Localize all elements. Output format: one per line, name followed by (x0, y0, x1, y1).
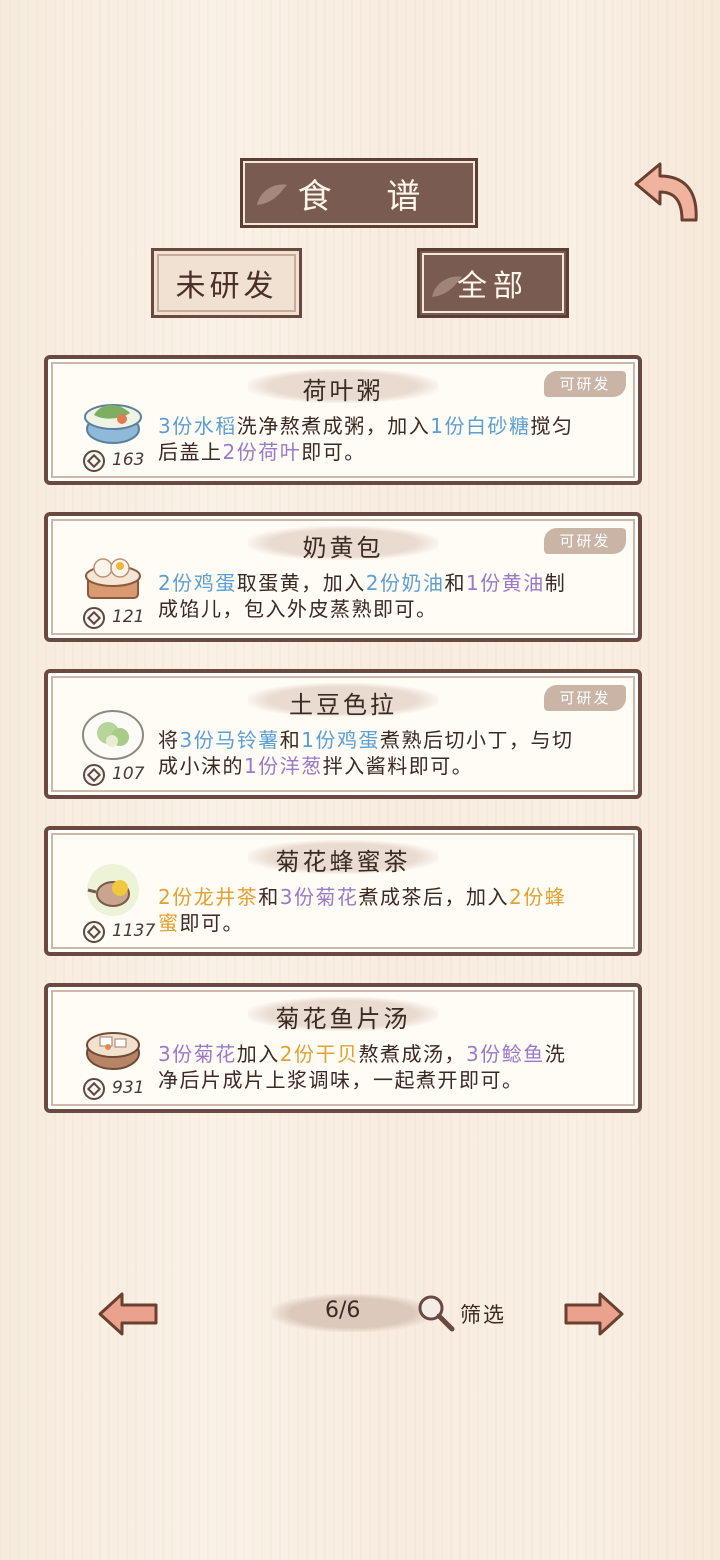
coin-icon (82, 606, 106, 630)
tab-undeveloped[interactable]: 未研发 (151, 248, 302, 318)
recipe-description-line: 净后片成片上浆调味，一起煮开即可。 (158, 1067, 628, 1093)
recipe-description-line: 2份龙井茶和3份菊花煮成茶后，加入2份蜂 (158, 884, 628, 910)
coin-icon (82, 763, 106, 787)
tab-all-label: 全部 (457, 269, 529, 304)
instruction-text: 洗 (544, 1042, 567, 1066)
recipe-card[interactable]: 土豆色拉 可研发 107 将3份马铃薯和1份鸡蛋煮熟后切小丁，与切 成小沫的1份洋葱拌入… (44, 669, 642, 799)
recipe-description-line: 3份水稻洗净熬煮成粥，加入1份白砂糖搅匀 (158, 413, 628, 439)
recipe-card[interactable]: 奶黄包 可研发 121 2份鸡蛋取蛋黄，加入2份奶油和1份黄油制 成馅儿，包入外皮蒸熟即… (44, 512, 642, 642)
filter-button-label[interactable]: 筛选 (460, 1299, 506, 1329)
custard-bun-icon (85, 558, 141, 599)
instruction-text: 即可。 (301, 440, 366, 464)
potato-salad-icon (82, 710, 144, 760)
recipe-name: 土豆色拉 (289, 691, 397, 719)
instruction-text: 将 (158, 728, 180, 752)
recipe-name: 菊花鱼片汤 (275, 1005, 411, 1033)
leaf-decoration-icon (257, 184, 287, 205)
recipe-price: 107 (112, 764, 145, 784)
ingredient-text: 3份鲶鱼 (465, 1042, 545, 1066)
next-page-arrow-icon[interactable] (562, 1290, 626, 1338)
recipe-card[interactable]: 菊花蜂蜜茶 1137 2份龙井茶和3份菊花煮成茶后，加入2份蜂 蜜即可。 (44, 826, 642, 956)
instruction-text: 拌入酱料即可。 (322, 754, 474, 778)
recipe-name: 奶黄包 (302, 534, 384, 562)
ingredient-text: 蜜 (158, 911, 180, 935)
recipe-description: 3份水稻洗净熬煮成粥，加入1份白砂糖搅匀 后盖上2份荷叶即可。 (158, 413, 628, 465)
instruction-text: 加入 (236, 1042, 280, 1066)
ingredient-text: 3份菊花 (279, 885, 359, 909)
instruction-text: 和 (258, 885, 280, 909)
developable-badge: 可研发 (544, 685, 626, 711)
instruction-text: 和 (444, 571, 466, 595)
ingredient-text: 2份干贝 (279, 1042, 359, 1066)
lotus-porridge-icon (84, 404, 142, 444)
coin-icon (82, 920, 106, 944)
previous-page-arrow-icon[interactable] (96, 1290, 160, 1338)
instruction-text: 取蛋黄，加入 (236, 571, 366, 595)
magnifier-icon[interactable] (414, 1292, 458, 1334)
instruction-text: 成小沫的 (158, 754, 244, 778)
recipe-description-line: 3份菊花加入2份干贝熬煮成汤，3份鲶鱼洗 (158, 1041, 628, 1067)
recipe-price: 1137 (112, 921, 156, 941)
recipe-description: 2份鸡蛋取蛋黄，加入2份奶油和1份黄油制 成馅儿，包入外皮蒸熟即可。 (158, 570, 628, 622)
developable-badge: 可研发 (544, 371, 626, 397)
ingredient-text: 2份龙井茶 (158, 885, 259, 909)
recipe-name: 荷叶粥 (302, 377, 384, 405)
instruction-text: 净后片成片上浆调味，一起煮开即可。 (158, 1068, 524, 1092)
tab-undeveloped-label: 未研发 (175, 269, 278, 304)
ingredient-text: 2份鸡蛋 (158, 571, 237, 595)
fish-soup-icon (86, 1032, 140, 1070)
recipe-name: 菊花蜂蜜茶 (275, 848, 411, 876)
page-title-banner: 食 谱 (240, 158, 478, 228)
recipe-card[interactable]: 菊花鱼片汤 931 3份菊花加入2份干贝熬煮成汤，3份鲶鱼洗 净后片成片上浆调味，一起… (44, 983, 642, 1113)
instruction-text: 熬煮成汤， (358, 1042, 466, 1066)
tab-all[interactable]: 全部 (417, 248, 569, 318)
coin-icon (82, 1077, 106, 1101)
chrysanthemum-tea-icon (87, 864, 139, 916)
page-indicator: 6/6 (325, 1298, 361, 1323)
ingredient-text: 1份鸡蛋 (301, 728, 380, 752)
ingredient-text: 2份蜂 (508, 885, 567, 909)
instruction-text: 洗净熬煮成粥，加入 (236, 414, 431, 438)
recipe-description: 3份菊花加入2份干贝熬煮成汤，3份鲶鱼洗 净后片成片上浆调味，一起煮开即可。 (158, 1041, 628, 1093)
ingredient-text: 2份奶油 (365, 571, 445, 595)
ingredient-text: 3份马铃薯 (179, 728, 280, 752)
ingredient-text: 3份水稻 (158, 414, 237, 438)
instruction-text: 后盖上 (158, 440, 223, 464)
developable-badge: 可研发 (544, 528, 626, 554)
ingredient-text: 2份荷叶 (222, 440, 302, 464)
recipe-description-line: 2份鸡蛋取蛋黄，加入2份奶油和1份黄油制 (158, 570, 628, 596)
recipe-description-line: 成小沫的1份洋葱拌入酱料即可。 (158, 753, 628, 779)
ingredient-text: 1份黄油 (465, 571, 545, 595)
recipe-price: 931 (112, 1078, 145, 1098)
instruction-text: 搅匀 (530, 414, 574, 438)
recipe-description-line: 成馅儿，包入外皮蒸熟即可。 (158, 596, 628, 622)
recipe-description-line: 将3份马铃薯和1份鸡蛋煮熟后切小丁，与切 (158, 727, 628, 753)
recipe-card[interactable]: 荷叶粥 可研发 163 3份水稻洗净熬煮成粥，加入1份白砂糖搅匀 后盖上2份荷叶即可。 (44, 355, 642, 485)
instruction-text: 制 (544, 571, 567, 595)
recipe-description: 将3份马铃薯和1份鸡蛋煮熟后切小丁，与切 成小沫的1份洋葱拌入酱料即可。 (158, 727, 628, 779)
recipe-description-line: 后盖上2份荷叶即可。 (158, 439, 628, 465)
ingredient-text: 1份洋葱 (244, 754, 323, 778)
page-title: 食 谱 (297, 176, 443, 217)
recipe-description: 2份龙井茶和3份菊花煮成茶后，加入2份蜂 蜜即可。 (158, 884, 628, 936)
ingredient-text: 3份菊花 (158, 1042, 237, 1066)
instruction-text: 即可。 (179, 911, 244, 935)
coin-icon (82, 449, 106, 473)
instruction-text: 煮熟后切小丁，与切 (379, 728, 574, 752)
back-arrow-icon[interactable] (630, 160, 702, 228)
instruction-text: 和 (279, 728, 302, 752)
recipe-description-line: 蜜即可。 (158, 910, 628, 936)
recipe-price: 121 (112, 607, 145, 627)
instruction-text: 煮成茶后，加入 (358, 885, 509, 909)
instruction-text: 成馅儿，包入外皮蒸熟即可。 (158, 597, 438, 621)
ingredient-text: 1份白砂糖 (430, 414, 531, 438)
recipe-price: 163 (112, 450, 145, 470)
